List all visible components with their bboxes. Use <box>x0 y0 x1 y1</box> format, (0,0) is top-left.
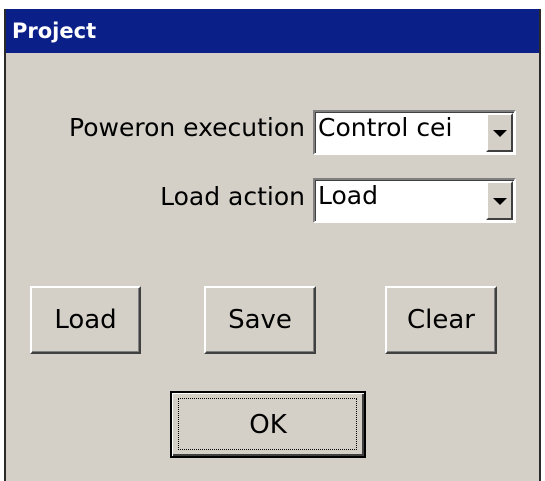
dialog-title-bar[interactable]: Project <box>6 9 539 53</box>
focus-rectangle <box>178 398 357 450</box>
poweron-execution-value: Control cei <box>318 113 453 142</box>
clear-button[interactable]: Clear <box>385 286 497 354</box>
load-action-label: Load action <box>160 182 305 211</box>
save-button[interactable]: Save <box>204 286 316 354</box>
dialog-title: Project <box>12 19 97 43</box>
load-action-dropdown-button[interactable] <box>486 181 513 220</box>
poweron-dropdown-button[interactable] <box>486 113 513 152</box>
chevron-down-icon <box>492 197 507 205</box>
project-dialog: Project Poweron execution Control cei Lo… <box>4 9 541 481</box>
chevron-down-icon <box>492 129 507 137</box>
load-action-value: Load <box>318 181 378 210</box>
load-button[interactable]: Load <box>30 286 141 354</box>
poweron-execution-label: Poweron execution <box>69 113 305 142</box>
ok-button[interactable]: OK <box>170 391 366 458</box>
poweron-execution-select[interactable]: Control cei <box>313 110 516 155</box>
load-action-select[interactable]: Load <box>313 178 516 223</box>
